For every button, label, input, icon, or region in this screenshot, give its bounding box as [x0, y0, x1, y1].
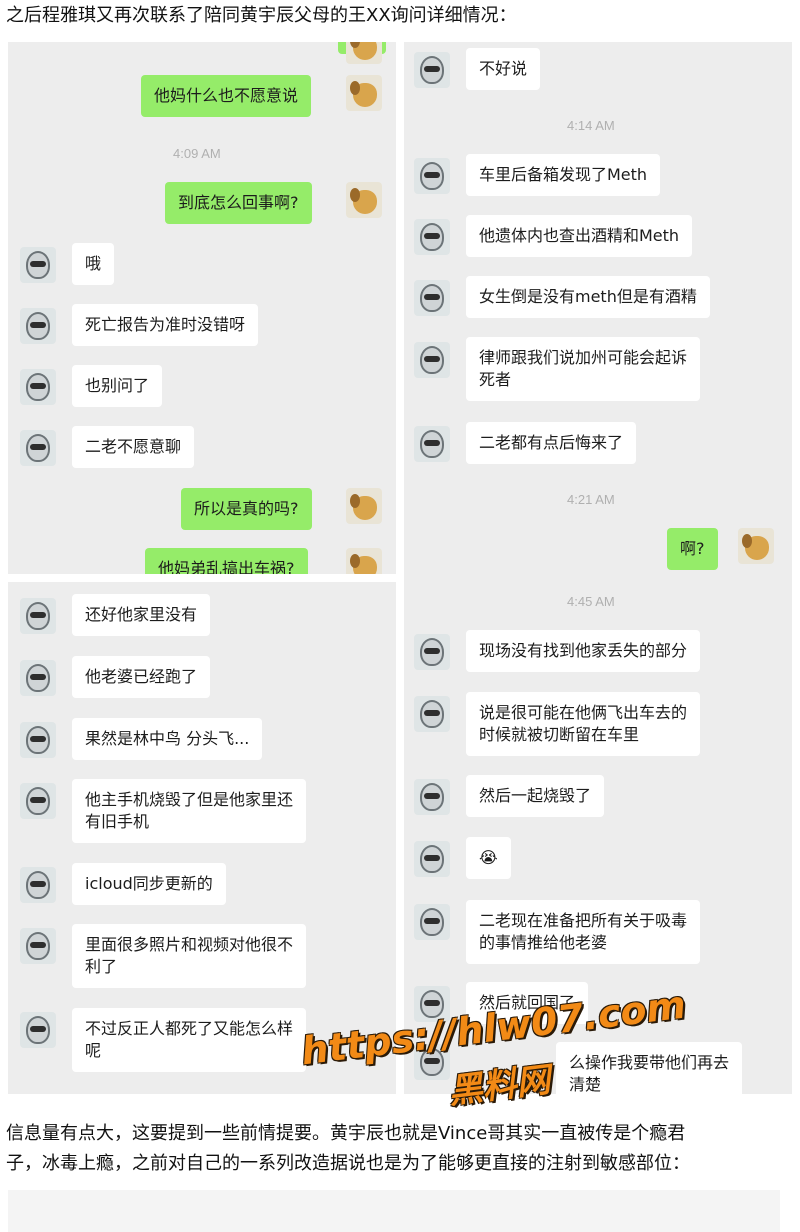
next-image-preview [8, 1190, 780, 1232]
chat-message-outgoing: 啊? [667, 528, 718, 570]
dog-avatar-icon [738, 528, 774, 564]
chat-message-outgoing: 到底怎么回事啊? [165, 182, 312, 224]
girl-avatar-icon [414, 779, 450, 815]
bottom-caption-line-1: 信息量有点大，这要提到一些前情提要。黄宇辰也就是Vince哥其实一直被传是个瘾君 [6, 1123, 686, 1144]
dog-avatar-icon [346, 548, 382, 574]
chat-message-incoming: 他老婆已经跑了 [72, 656, 211, 698]
girl-avatar-icon [414, 219, 450, 255]
chat-message-incoming: 车里后备箱发现了Meth [466, 154, 661, 196]
girl-avatar-icon [20, 660, 56, 696]
chat-message-incoming: 二老都有点后悔来了 [466, 422, 637, 464]
timestamp: 4:21 AM [567, 492, 615, 507]
chat-message-incoming: 说是很可能在他俩飞出车去的 时候就被切断留在车里 [466, 692, 701, 756]
dog-avatar-icon [346, 488, 382, 524]
chat-message-incoming: 果然是林中鸟 分头飞... [72, 718, 263, 760]
chat-message-incoming: 他遗体内也查出酒精和Meth [466, 215, 693, 257]
chat-message-incoming: 么操作我要带他们再去 清楚 [556, 1042, 743, 1094]
chat-message-incoming: 不过反正人都死了又能怎么样 呢 [72, 1008, 307, 1072]
girl-avatar-icon [414, 426, 450, 462]
chat-message-incoming: 二老现在准备把所有关于吸毒 的事情推给他老婆 [466, 900, 701, 964]
girl-avatar-icon [20, 928, 56, 964]
chat-message-incoming: 还好他家里没有 [72, 594, 211, 636]
girl-avatar-icon [414, 696, 450, 732]
bottom-caption-line-2: 子，冰毒上瘾，之前对自己的一系列改造据说也是为了能够更直接的注射到敏感部位： [6, 1153, 690, 1174]
chat-message-incoming: 死亡报告为准时没错呀 [72, 304, 259, 346]
girl-avatar-icon [414, 52, 450, 88]
chat-message-incoming: icloud同步更新的 [72, 863, 226, 905]
girl-avatar-icon [20, 1012, 56, 1048]
girl-avatar-icon [414, 634, 450, 670]
chat-message-incoming: 二老不愿意聊 [72, 426, 195, 468]
girl-avatar-icon [20, 308, 56, 344]
girl-avatar-icon [414, 280, 450, 316]
girl-avatar-icon [20, 369, 56, 405]
dog-avatar-icon [346, 42, 382, 64]
top-caption: 之后程雅琪又再次联系了陪同黄宇辰父母的王XX询问详细情况： [6, 5, 517, 26]
girl-avatar-icon [20, 598, 56, 634]
chat-screenshot-top-right: 不好说 4:14 AM 车里后备箱发现了Meth 他遗体内也查出酒精和Meth … [404, 42, 792, 590]
chat-message-incoming: 里面很多照片和视频对他很不 利了 [72, 924, 307, 988]
chat-message-incoming: 然后一起烧毁了 [466, 775, 605, 817]
girl-avatar-icon [20, 722, 56, 758]
girl-avatar-icon [414, 158, 450, 194]
timestamp: 4:45 AM [567, 594, 615, 609]
girl-avatar-icon [20, 783, 56, 819]
girl-avatar-icon [414, 904, 450, 940]
dog-avatar-icon [346, 75, 382, 111]
girl-avatar-icon [414, 841, 450, 877]
chat-message-incoming: 哦 [72, 243, 115, 285]
girl-avatar-icon [20, 867, 56, 903]
chat-screenshot-bottom-left: 还好他家里没有 他老婆已经跑了 果然是林中鸟 分头飞... 他主手机烧毁了但是他… [8, 582, 396, 1094]
chat-screenshot-top-left: 他妈什么也不愿意说 4:09 AM 到底怎么回事啊? 哦 死亡报告为准时没错呀 … [8, 42, 396, 574]
chat-message-incoming: 女生倒是没有meth但是有酒精 [466, 276, 710, 318]
timestamp: 4:14 AM [567, 118, 615, 133]
timestamp: 4:09 AM [173, 146, 221, 161]
chat-message-outgoing: 他妈什么也不愿意说 [141, 75, 312, 117]
girl-avatar-icon [20, 247, 56, 283]
chat-message-incoming: 律师跟我们说加州可能会起诉 死者 [466, 337, 701, 401]
dog-avatar-icon [346, 182, 382, 218]
chat-message-outgoing: 所以是真的吗? [181, 488, 312, 530]
girl-avatar-icon [414, 342, 450, 378]
chat-message-incoming: 现场没有找到他家丢失的部分 [466, 630, 701, 672]
chat-message-emoji: 😭 [466, 837, 511, 879]
chat-message-outgoing: 他妈弟乱搞出车祸? [145, 548, 308, 574]
chat-message-incoming: 也别问了 [72, 365, 163, 407]
chat-message-incoming: 不好说 [466, 48, 541, 90]
chat-message-incoming: 他主手机烧毁了但是他家里还 有旧手机 [72, 779, 307, 843]
girl-avatar-icon [20, 430, 56, 466]
